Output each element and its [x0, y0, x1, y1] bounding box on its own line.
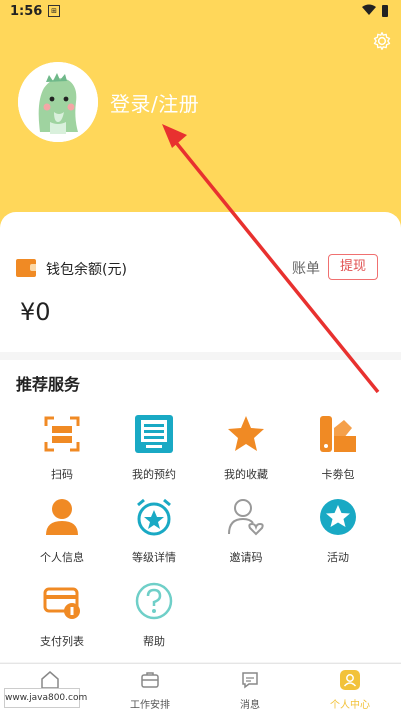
service-favorites[interactable]: 我的收藏	[206, 414, 286, 482]
tab-label: 工作安排	[130, 700, 170, 711]
tab-work-schedule[interactable]: 工作安排	[100, 664, 200, 714]
service-label: 扫码	[51, 468, 73, 481]
service-label: 邀请码	[229, 551, 263, 564]
home-icon	[41, 671, 59, 689]
service-card-coupons[interactable]: 卡劵包	[298, 414, 378, 482]
message-icon	[242, 672, 258, 689]
service-personal-info[interactable]: 个人信息	[22, 497, 102, 565]
tab-label: 个人中心	[330, 700, 370, 711]
settings-gear-icon[interactable]	[372, 31, 392, 51]
status-bar: 1:56 ⊞	[0, 0, 401, 24]
wallet-card: 钱包余额(元) 账单 提现 ¥0	[0, 212, 401, 352]
services-title: 推荐服务	[16, 375, 81, 394]
bill-link[interactable]: 账单	[292, 258, 320, 278]
status-time: 1:56	[10, 4, 43, 19]
invite-person-heart-icon	[228, 499, 264, 536]
wallet-balance-label: 钱包余额(元)	[46, 262, 127, 278]
service-label: 等级详情	[132, 551, 176, 564]
payment-card-icon	[43, 587, 80, 619]
person-icon	[46, 499, 78, 535]
user-circle-icon	[340, 670, 360, 690]
service-label: 卡劵包	[321, 468, 355, 481]
service-label: 我的收藏	[224, 468, 268, 481]
wallet-balance-value: ¥0	[20, 298, 51, 326]
service-help[interactable]: 帮助	[114, 581, 194, 649]
briefcase-icon	[141, 672, 159, 688]
service-label: 我的预约	[132, 468, 176, 481]
service-label: 帮助	[143, 635, 165, 648]
dinosaur-avatar-icon	[18, 62, 98, 142]
avatar[interactable]	[18, 62, 98, 142]
service-label: 活动	[327, 551, 349, 564]
tab-profile[interactable]: 个人中心	[300, 664, 400, 714]
notification-icon: ⊞	[48, 5, 60, 17]
battery-icon	[382, 5, 388, 17]
level-alarm-icon	[137, 498, 171, 536]
help-icon	[135, 582, 173, 620]
service-activity[interactable]: 活动	[298, 497, 378, 565]
star-icon	[228, 416, 264, 451]
service-payment-list[interactable]: 支付列表	[22, 581, 102, 649]
service-level-details[interactable]: 等级详情	[114, 497, 194, 565]
activity-star-icon	[320, 499, 356, 535]
tab-label: 消息	[240, 700, 260, 711]
service-label: 支付列表	[40, 635, 84, 648]
wifi-icon	[362, 4, 376, 15]
service-scan[interactable]: 扫码	[22, 414, 102, 482]
login-register-link[interactable]: 登录/注册	[110, 88, 199, 117]
service-invite-code[interactable]: 邀请码	[206, 497, 286, 565]
service-label: 个人信息	[40, 551, 84, 564]
service-my-booking[interactable]: 我的预约	[114, 414, 194, 482]
withdraw-button[interactable]: 提现	[328, 254, 378, 280]
scan-icon	[44, 416, 80, 452]
watermark: www.java800.com	[4, 688, 87, 708]
wallet-icon	[16, 259, 36, 277]
card-wallet-icon	[320, 416, 356, 452]
booking-icon	[135, 415, 173, 453]
tab-messages[interactable]: 消息	[200, 664, 300, 714]
recommended-services: 推荐服务 扫码 我的预约 我的收藏 卡劵包 个人信息 等级详情 邀请码 活动 支…	[0, 360, 401, 662]
